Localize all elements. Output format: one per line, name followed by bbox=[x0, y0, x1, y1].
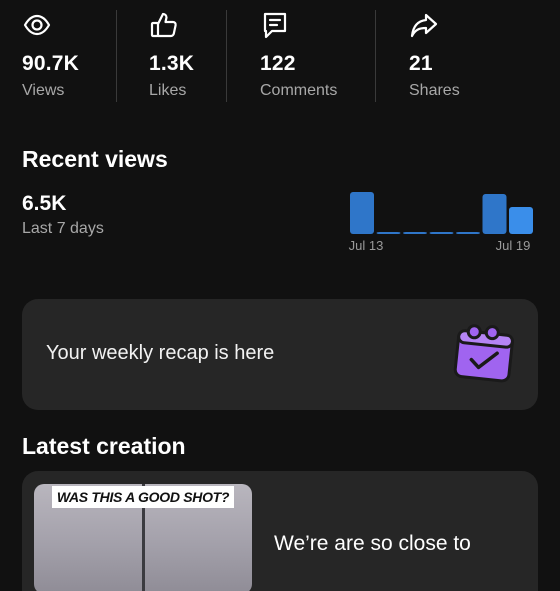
chart-bar bbox=[350, 192, 374, 234]
likes-label: Likes bbox=[149, 82, 187, 99]
likes-count: 1.3K bbox=[149, 52, 195, 75]
comment-icon bbox=[260, 10, 290, 40]
calendar-check-icon bbox=[450, 321, 520, 387]
share-icon bbox=[409, 10, 439, 40]
recent-views-value: 6.5K bbox=[22, 192, 67, 215]
stat-divider bbox=[375, 10, 376, 102]
latest-creation-card[interactable]: WAS THIS A GOOD SHOT? We’re are so close… bbox=[22, 471, 538, 591]
chart-tick-label: Jul 13 bbox=[349, 238, 384, 253]
views-count: 90.7K bbox=[22, 52, 80, 75]
weekly-recap-text: Your weekly recap is here bbox=[46, 342, 275, 364]
chart-bar bbox=[456, 232, 480, 234]
chart-bar bbox=[376, 232, 401, 234]
thumbs-up-icon bbox=[149, 10, 179, 40]
comments-label: Comments bbox=[260, 82, 338, 99]
shares-label: Shares bbox=[409, 82, 460, 99]
recent-views-title: Recent views bbox=[22, 146, 168, 172]
chart-bar bbox=[509, 207, 533, 234]
chart-bar bbox=[482, 194, 507, 234]
thumbnail-caption: WAS THIS A GOOD SHOT? bbox=[52, 486, 234, 508]
recent-views-chart[interactable]: Jul 13 Jul 19 bbox=[340, 180, 550, 260]
chart-bar bbox=[429, 232, 454, 234]
chart-tick-label: Jul 19 bbox=[496, 238, 531, 253]
stat-divider bbox=[226, 10, 227, 102]
video-thumbnail[interactable]: WAS THIS A GOOD SHOT? bbox=[34, 484, 252, 591]
stats-row: 90.7K Views 1.3K Likes 122 Comments 21 S… bbox=[0, 0, 560, 112]
comments-count: 122 bbox=[260, 52, 296, 75]
recent-views-bar-chart: Jul 13 Jul 19 bbox=[349, 192, 533, 253]
weekly-recap-card[interactable]: Your weekly recap is here bbox=[22, 299, 538, 410]
views-label: Views bbox=[22, 82, 65, 99]
stat-divider bbox=[116, 10, 117, 102]
latest-creation-title: Latest creation bbox=[22, 433, 186, 459]
chart-bar bbox=[403, 232, 427, 234]
video-title: We’re are so close to bbox=[274, 532, 471, 555]
recent-views-period: Last 7 days bbox=[22, 220, 104, 237]
eye-icon bbox=[22, 10, 52, 40]
shares-count: 21 bbox=[409, 52, 433, 75]
